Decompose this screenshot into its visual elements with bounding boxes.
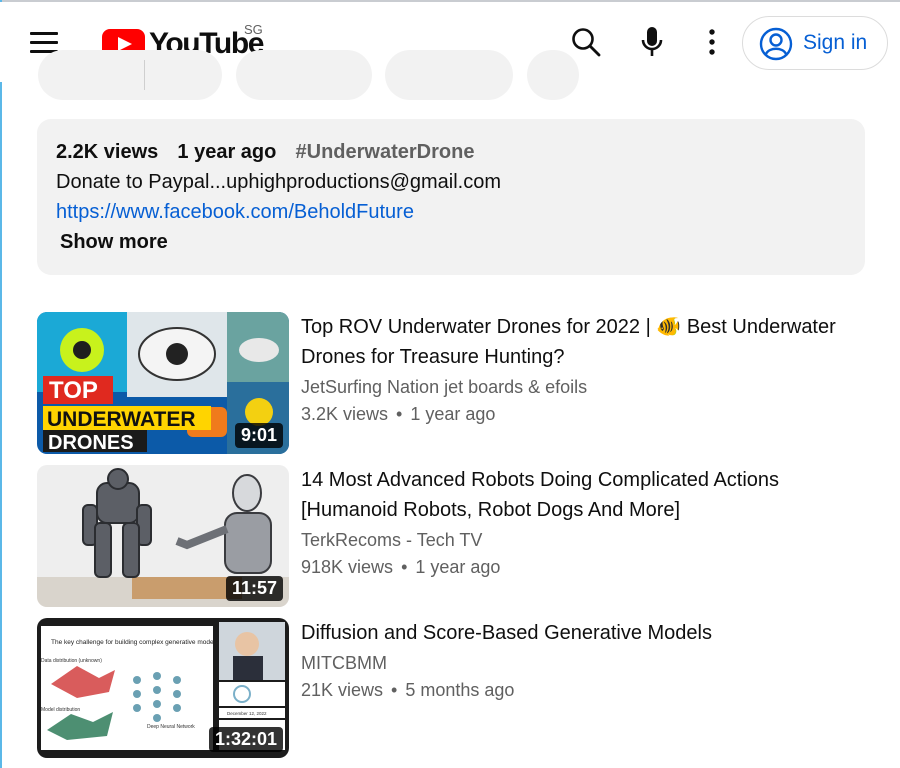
hashtag-link[interactable]: #UnderwaterDrone [296,141,475,163]
channel-name[interactable]: MITCBMM [301,653,861,674]
channel-name[interactable]: JetSurfing Nation jet boards & efoils [301,377,861,398]
video-thumbnail[interactable]: TOP UNDERWATER DRONES 9:01 [37,312,289,454]
video-info: 14 Most Advanced Robots Doing Complicate… [301,465,861,578]
microphone-icon [641,27,663,56]
related-video[interactable]: 11:57 14 Most Advanced Robots Doing Comp… [37,465,867,607]
related-video[interactable]: TOP UNDERWATER DRONES 9:01 Top ROV Under… [37,312,867,454]
search-icon [572,28,601,57]
related-video[interactable]: The key challenge for building complex g… [37,618,867,760]
sign-in-label: Sign in [803,31,868,54]
channel-name[interactable]: TerkRecoms - Tech TV [301,530,861,551]
video-thumbnail[interactable]: The key challenge for building complex g… [37,618,289,758]
video-description-box[interactable]: 2.2K views 1 year ago #UnderwaterDrone D… [37,119,865,275]
description-text: Donate to Paypal...uphighproductions@gma… [56,171,501,193]
more-actions-chip[interactable] [527,50,579,100]
video-age: 1 year ago [415,557,501,577]
video-thumbnail[interactable]: 11:57 [37,465,289,607]
description-meta: 2.2K views 1 year ago #UnderwaterDrone [56,141,474,164]
window-left-border [0,0,2,768]
view-count: 2.2K views [56,141,159,163]
video-info: Diffusion and Score-Based Generative Mod… [301,618,861,701]
share-chip[interactable] [236,50,372,100]
video-stats: 21K views • 5 months ago [301,680,515,700]
slide-dnn-label: Deep Neural Network [147,724,195,730]
more-vertical-icon [709,29,715,55]
region-code: SG [244,22,263,37]
voice-search-button[interactable] [632,22,672,62]
upload-age: 1 year ago [177,141,277,163]
video-views: 3.2K views [301,404,389,424]
sign-in-button[interactable]: Sign in [742,16,888,70]
thumb-text-drones: DRONES [48,432,134,454]
video-stats: 3.2K views • 1 year ago [301,404,496,424]
video-title[interactable]: Top ROV Underwater Drones for 2022 | 🐠 B… [301,312,861,372]
video-stats: 918K views • 1 year ago [301,557,501,577]
slide-title: The key challenge for building complex g… [51,639,219,646]
slide-data-label: Data distribution (unknown) [41,658,102,664]
slide-model-label: Model distribution [41,707,80,713]
account-circle-icon [759,27,793,61]
search-button[interactable] [566,22,606,62]
video-duration: 1:32:01 [208,727,283,752]
video-title[interactable]: Diffusion and Score-Based Generative Mod… [301,618,861,648]
show-more-button[interactable]: Show more [60,231,168,254]
video-title[interactable]: 14 Most Advanced Robots Doing Complicate… [301,465,861,525]
video-age: 1 year ago [410,404,496,424]
thumb-text-top: TOP [49,377,98,404]
slide-date: December 12, 2022 [227,711,267,716]
video-views: 21K views [301,680,384,700]
video-age: 5 months ago [405,680,515,700]
video-info: Top ROV Underwater Drones for 2022 | 🐠 B… [301,312,861,425]
thumb-text-underwater: UNDERWATER [47,408,196,431]
video-duration: 9:01 [234,423,283,448]
like-dislike-chip[interactable] [38,50,222,100]
download-chip[interactable] [385,50,513,100]
more-options-button[interactable] [692,22,732,62]
video-duration: 11:57 [225,576,283,601]
video-views: 918K views [301,557,394,577]
description-link[interactable]: https://www.facebook.com/BeholdFuture [56,201,414,224]
